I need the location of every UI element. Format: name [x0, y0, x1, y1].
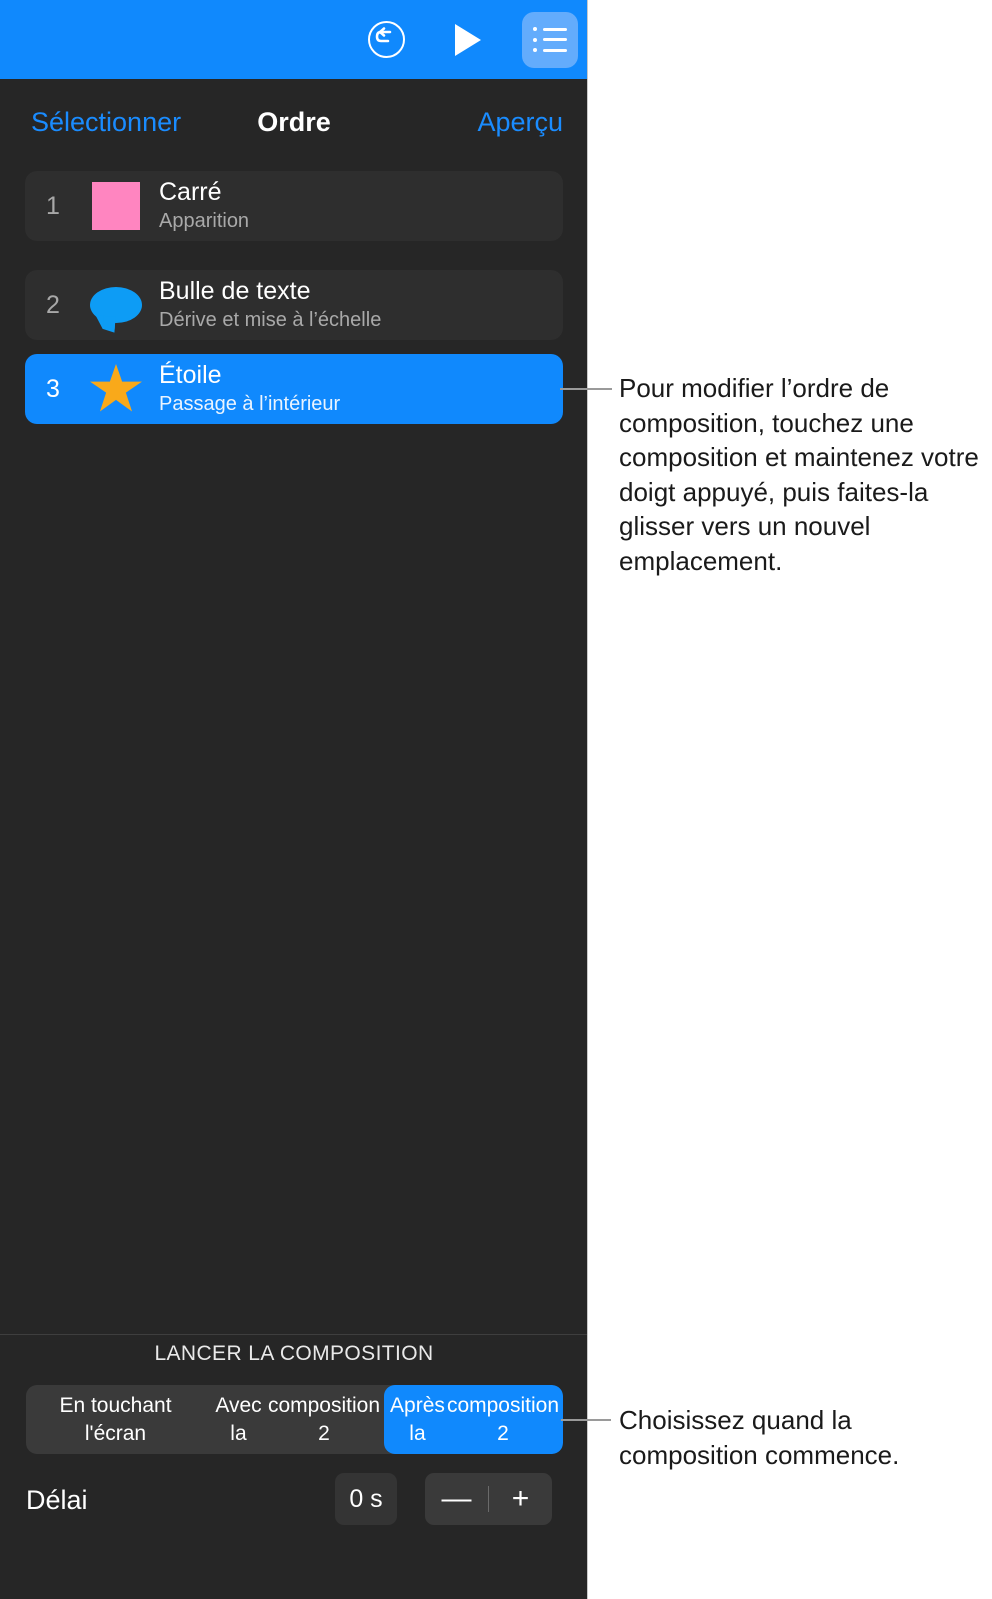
start-build-heading: LANCER LA COMPOSITION	[154, 1342, 434, 1365]
build-effect-name: Apparition	[159, 209, 250, 232]
star-shape	[90, 364, 142, 412]
delay-stepper[interactable]: — +	[425, 1473, 552, 1525]
build-object-name: Carré	[159, 178, 222, 207]
speech-bubble-icon	[81, 277, 151, 333]
build-effect-name: Passage à l’intérieur	[159, 392, 341, 415]
segment-line-2: composition 2	[446, 1394, 559, 1445]
delay-value-field[interactable]: 0 s	[335, 1473, 397, 1525]
build-object-name: Étoile	[159, 361, 222, 390]
segment-with-build-2[interactable]: Avec la composition 2	[205, 1385, 384, 1454]
callout-leader-line-2	[561, 1419, 611, 1421]
build-list-button[interactable]	[522, 11, 578, 68]
speech-bubble-shape	[90, 287, 142, 323]
undo-icon-ring	[367, 21, 405, 58]
toolbar-icon-group	[358, 0, 578, 79]
callout-build-start: Choisissez quand la composition commence…	[619, 1405, 900, 1470]
callout-leader-line-1	[560, 388, 612, 390]
delay-label: Délai	[26, 1485, 88, 1515]
undo-icon	[367, 21, 405, 58]
build-object-name: Bulle de texte	[159, 277, 311, 306]
build-number: 3	[46, 374, 60, 403]
list-icon-dot	[533, 48, 537, 52]
build-item-texts: Bulle de texte Dérive et mise à l’échell…	[159, 277, 381, 332]
section-divider	[0, 1334, 587, 1335]
build-item-texts: Étoile Passage à l’intérieur	[159, 361, 340, 416]
pink-square-icon	[81, 178, 151, 234]
build-list-item-3[interactable]: 3 Étoile Passage à l’intérieur	[25, 354, 563, 424]
segment-line-2: composition 2	[267, 1394, 380, 1445]
segment-after-build-2[interactable]: Après la composition 2	[384, 1385, 563, 1454]
list-icon-dot	[533, 27, 537, 31]
build-item-texts: Carré Apparition	[159, 178, 249, 233]
list-icon-row	[533, 27, 567, 31]
delay-decrement-button[interactable]: —	[425, 1484, 488, 1514]
delay-increment-button[interactable]: +	[489, 1484, 552, 1514]
play-button[interactable]	[440, 12, 496, 68]
list-icon-row	[533, 48, 567, 52]
animation-order-panel: Sélectionner Ordre Aperçu 1 Carré Appari…	[0, 0, 588, 1599]
list-icon-line	[543, 38, 567, 41]
list-icon-row	[533, 37, 567, 42]
build-number: 2	[46, 290, 60, 319]
build-effect-name: Dérive et mise à l’échelle	[159, 308, 382, 331]
list-icon	[533, 27, 567, 52]
star-icon	[81, 361, 151, 417]
list-icon-line	[543, 27, 567, 31]
delay-row: Délai 0 s — +	[0, 1473, 587, 1529]
list-icon-line	[543, 48, 567, 52]
segment-on-tap[interactable]: En touchant l'écran	[26, 1385, 205, 1454]
play-icon	[455, 23, 481, 56]
callout-reorder-builds: Pour modifier l’ordre de composition, to…	[619, 373, 979, 576]
segment-line-1: Avec la	[215, 1394, 262, 1445]
preview-button[interactable]: Aperçu	[477, 107, 563, 138]
top-toolbar	[0, 0, 587, 79]
build-number: 1	[46, 191, 60, 220]
build-list-item-2[interactable]: 2 Bulle de texte Dérive et mise à l’éche…	[25, 270, 563, 340]
list-icon-dot	[533, 37, 537, 42]
start-build-segmented-control[interactable]: En touchant l'écran Avec la composition …	[26, 1385, 563, 1454]
pink-square-shape	[92, 182, 140, 230]
undo-button[interactable]	[358, 12, 414, 68]
build-list-item-1[interactable]: 1 Carré Apparition	[25, 171, 563, 241]
segment-line-1: Après la	[390, 1394, 445, 1445]
navigation-bar: Sélectionner Ordre Aperçu	[0, 79, 587, 165]
